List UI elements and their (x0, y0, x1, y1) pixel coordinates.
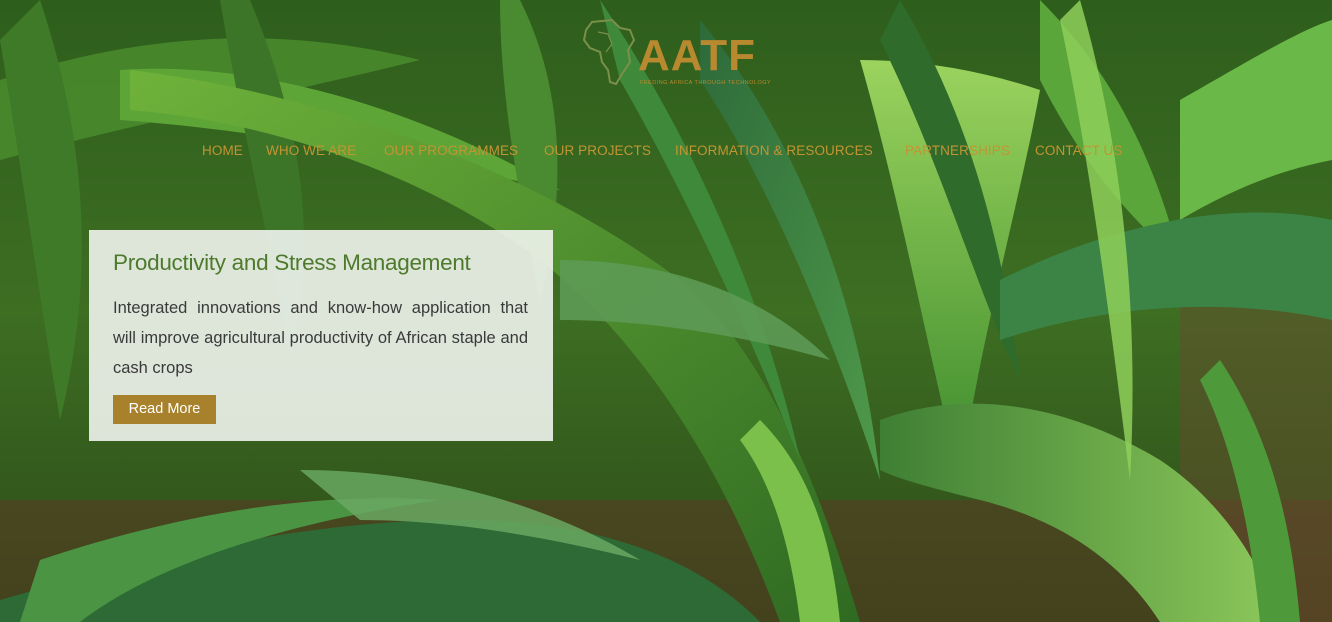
nav-item-contact-us[interactable]: CONTACT US (1035, 143, 1123, 158)
hero-slider: AATF FEEDING AFRICA THROUGH TECHNOLOGY H… (0, 0, 1332, 622)
nav-item-who-we-are[interactable]: WHO WE ARE (266, 143, 356, 158)
read-more-button[interactable]: Read More (113, 395, 216, 424)
logo-tagline: FEEDING AFRICA THROUGH TECHNOLOGY (640, 80, 772, 86)
nav-item-home[interactable]: HOME (202, 143, 243, 158)
nav-item-our-programmes[interactable]: OUR PROGRAMMES (384, 143, 518, 158)
africa-map-icon (582, 18, 636, 86)
logo-wordmark: AATF (638, 31, 757, 80)
slide-description: Integrated innovations and know-how appl… (113, 299, 528, 377)
nav-item-information-resources[interactable]: INFORMATION & RESOURCES (675, 143, 873, 158)
nav-item-partnerships[interactable]: PARTNERSHIPS (905, 143, 1010, 158)
slide-caption-card: Productivity and Stress Management Integ… (89, 230, 553, 441)
nav-item-our-projects[interactable]: OUR PROJECTS (544, 143, 651, 158)
site-logo[interactable]: AATF FEEDING AFRICA THROUGH TECHNOLOGY (578, 14, 772, 90)
main-navigation: HOME WHO WE ARE OUR PROGRAMMES OUR PROJE… (0, 143, 1332, 161)
slide-title: Productivity and Stress Management (113, 250, 471, 275)
